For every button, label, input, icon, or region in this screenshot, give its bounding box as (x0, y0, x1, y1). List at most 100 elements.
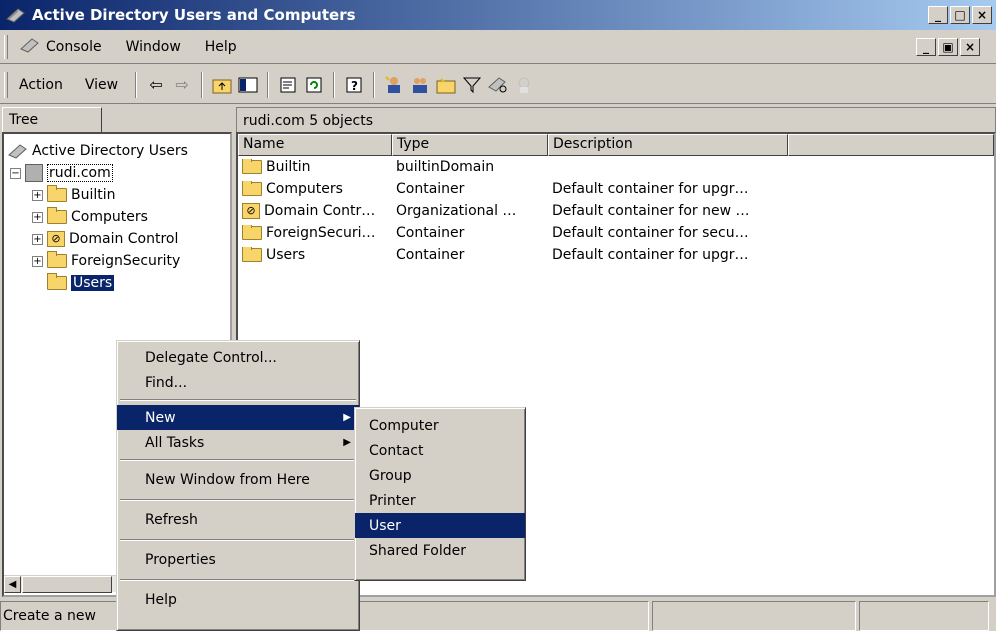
submenu-item-user[interactable]: User (355, 513, 525, 538)
menu-item-label: New (145, 409, 176, 426)
scroll-left-icon[interactable]: ◀ (4, 576, 21, 593)
expand-icon[interactable]: + (32, 211, 43, 223)
cell-type: builtinDomain (396, 159, 495, 175)
column-description[interactable]: Description (548, 134, 788, 156)
row-name: Computers (266, 181, 343, 197)
menu-item-find[interactable]: Find... (117, 370, 359, 395)
list-item[interactable]: Users Container Default container for upgr… (238, 244, 994, 266)
tree-item-computers[interactable]: + Computers (32, 206, 148, 228)
submenu-arrow-icon: ▶ (343, 437, 351, 448)
menu-item-properties[interactable]: Properties (117, 545, 359, 575)
tree-item-label: Builtin (71, 187, 116, 203)
column-extra[interactable] (788, 134, 994, 156)
submenu-item-group[interactable]: Group (355, 463, 525, 488)
tab-tree[interactable]: Tree (2, 107, 102, 133)
submenu-item-contact[interactable]: Contact (355, 438, 525, 463)
column-name[interactable]: Name (238, 134, 392, 156)
menu-item-delegate-control[interactable]: Delegate Control... (117, 345, 359, 370)
cell-name: ForeignSecuri… (238, 225, 392, 241)
child-minimize-button[interactable]: _ (916, 38, 936, 56)
refresh-icon[interactable] (301, 72, 327, 98)
tree-item-label: Computers (71, 209, 148, 225)
maximize-button[interactable]: □ (950, 6, 970, 24)
menu-item-all-tasks[interactable]: All Tasks ▶ (117, 430, 359, 455)
new-user-icon[interactable] (381, 72, 407, 98)
filter-icon[interactable] (459, 72, 485, 98)
row-name: Users (266, 247, 306, 263)
child-close-button[interactable]: × (960, 38, 980, 56)
list-item[interactable]: ForeignSecuri… Container Default container… (238, 222, 994, 244)
toolbar: Action View ⇦ ⇨ ? (0, 66, 996, 104)
menu-item-label: All Tasks (145, 434, 205, 451)
show-tree-icon[interactable] (235, 72, 261, 98)
find-icon[interactable] (485, 72, 511, 98)
menu-separator (120, 399, 356, 401)
action-menu[interactable]: Action (8, 77, 74, 93)
ou-icon: ⊘ (242, 203, 260, 219)
cell-name: Builtin (238, 159, 392, 175)
list-header: rudi.com 5 objects (236, 107, 996, 133)
tree-item-foreignsecurity[interactable]: + ForeignSecurity (32, 250, 180, 272)
toolbar-separator (201, 71, 204, 98)
status-panel (652, 601, 856, 631)
folder-icon (242, 247, 262, 262)
cell-name: Users (238, 247, 392, 263)
help-icon[interactable]: ? (341, 72, 367, 98)
minimize-button[interactable]: _ (928, 6, 948, 24)
expand-icon[interactable]: + (32, 189, 43, 201)
ad-app-icon (6, 7, 26, 23)
cell-type: Container (396, 225, 465, 241)
tree-item-builtin[interactable]: + Builtin (32, 184, 116, 206)
menu-item-new-window[interactable]: New Window from Here (117, 465, 359, 495)
cell-name: ⊘ Domain Contr… (238, 203, 392, 219)
submenu-item-computer[interactable]: Computer (355, 413, 525, 438)
tree-item-label: rudi.com (47, 164, 113, 182)
child-restore-button[interactable]: ▣ (938, 38, 958, 56)
new-submenu: Computer Contact Group Printer User Shar… (354, 407, 526, 581)
up-folder-icon[interactable] (209, 72, 235, 98)
toolbar-separator (373, 71, 376, 98)
menu-help[interactable]: Help (193, 39, 249, 55)
new-ou-icon[interactable] (433, 72, 459, 98)
menu-item-refresh[interactable]: Refresh (117, 505, 359, 535)
close-button[interactable]: × (972, 6, 992, 24)
toolbar-separator (135, 71, 138, 98)
list-item[interactable]: Builtin builtinDomain (238, 156, 994, 178)
scroll-thumb[interactable] (22, 576, 112, 593)
console-icon (20, 37, 40, 57)
folder-icon (47, 207, 67, 224)
menu-separator (120, 499, 356, 501)
submenu-item-shared-folder[interactable]: Shared Folder (355, 538, 525, 563)
add-to-group-icon[interactable] (511, 72, 537, 98)
toolbar-separator (333, 71, 336, 98)
tree-item-label: Users (71, 275, 115, 291)
menu-item-new[interactable]: New ▶ (117, 405, 359, 430)
row-name: Domain Contr… (264, 203, 376, 219)
menu-console[interactable]: Console (8, 37, 114, 57)
tree-item-root[interactable]: Active Directory Users (8, 140, 188, 162)
collapse-icon[interactable]: − (10, 167, 21, 179)
window-title: Active Directory Users and Computers (32, 6, 356, 24)
forward-icon[interactable]: ⇨ (169, 72, 195, 98)
list-item[interactable]: ⊘ Domain Contr… Organizational … Default co… (238, 200, 994, 222)
back-icon[interactable]: ⇦ (143, 72, 169, 98)
expand-icon[interactable]: + (32, 233, 43, 245)
row-name: Builtin (266, 159, 311, 175)
column-headers: Name Type Description (238, 134, 994, 156)
new-group-icon[interactable] (407, 72, 433, 98)
properties-icon[interactable] (275, 72, 301, 98)
menu-window[interactable]: Window (114, 39, 193, 55)
folder-icon (242, 159, 262, 174)
expand-icon[interactable]: + (32, 255, 43, 267)
menu-item-help[interactable]: Help (117, 585, 359, 615)
column-type[interactable]: Type (392, 134, 548, 156)
tree-item-domain[interactable]: − rudi.com (10, 162, 113, 184)
tree-item-users[interactable]: Users (47, 272, 115, 294)
folder-icon (242, 181, 262, 196)
list-item[interactable]: Computers Container Default container for … (238, 178, 994, 200)
open-folder-icon (47, 273, 67, 290)
view-menu[interactable]: View (74, 77, 129, 93)
tree-item-domain-controllers[interactable]: + ⊘ Domain Control (32, 228, 178, 250)
submenu-item-printer[interactable]: Printer (355, 488, 525, 513)
folder-icon (47, 251, 67, 268)
